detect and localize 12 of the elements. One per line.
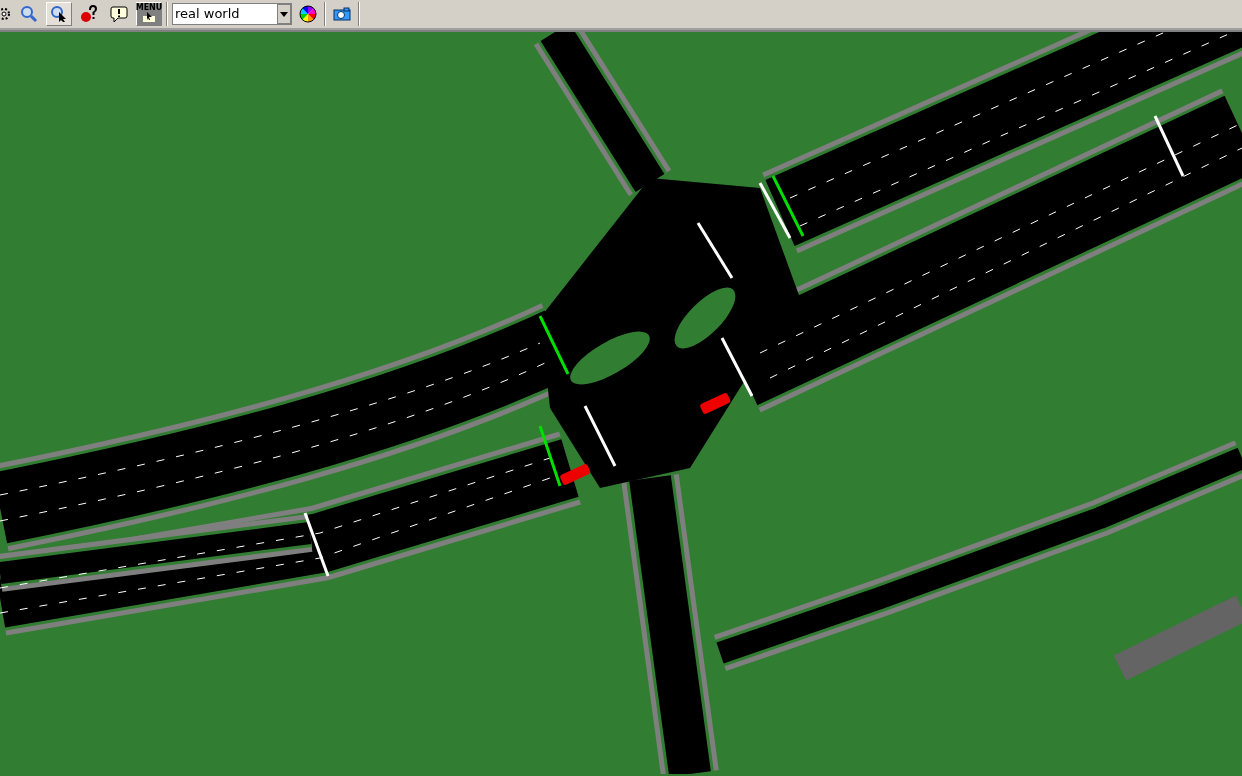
magnifier-icon bbox=[20, 5, 38, 23]
locate-icon bbox=[50, 5, 68, 23]
gear-icon bbox=[1, 5, 11, 23]
toolbar-button[interactable] bbox=[46, 2, 72, 26]
scheme-dropdown[interactable]: real world bbox=[172, 3, 292, 25]
cursor-icon bbox=[142, 12, 156, 23]
speech-bubble-icon bbox=[110, 5, 128, 23]
color-wheel-icon[interactable] bbox=[299, 5, 317, 23]
camera-icon[interactable] bbox=[333, 7, 351, 21]
scheme-value: real world bbox=[174, 5, 241, 24]
help-icon bbox=[80, 5, 98, 23]
traffic-island bbox=[674, 287, 736, 349]
